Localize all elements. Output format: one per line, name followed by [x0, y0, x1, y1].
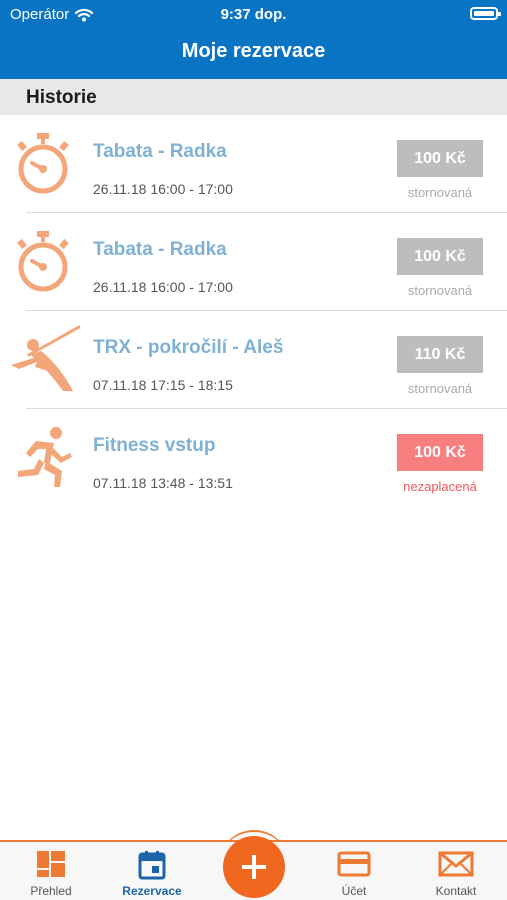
tab-kontakt[interactable]: Kontakt	[416, 842, 496, 900]
reservation-row[interactable]: Tabata - Radka 26.11.18 16:00 - 17:00 10…	[0, 213, 507, 311]
reservation-status: stornovaná	[407, 381, 473, 396]
tab-ucet[interactable]: Účet	[314, 842, 394, 900]
reservation-time: 26.11.18 16:00 - 17:00	[93, 181, 233, 197]
tab-prehled[interactable]: Přehled	[11, 842, 91, 900]
reservation-name: Tabata - Radka	[93, 239, 227, 260]
credit-card-icon	[337, 851, 371, 877]
tab-label: Rezervace	[122, 884, 182, 898]
reservation-status: stornovaná	[407, 185, 473, 200]
section-title: Historie	[26, 87, 97, 108]
page-title: Moje rezervace	[181, 40, 326, 62]
tab-rezervace[interactable]: Rezervace	[112, 842, 192, 900]
reservation-status: stornovaná	[407, 283, 473, 298]
running-man-icon	[18, 427, 72, 487]
reservation-time: 07.11.18 17:15 - 18:15	[93, 377, 233, 393]
trx-strap-icon	[11, 325, 80, 391]
section-header: Historie	[0, 79, 507, 115]
add-reservation-button[interactable]	[223, 836, 285, 898]
reservation-row[interactable]: Tabata - Radka 26.11.18 16:00 - 17:00 10…	[0, 115, 507, 213]
top-bar: Operátor 9:37 dop. Moje rezervace	[0, 0, 507, 79]
tab-label: Přehled	[30, 884, 72, 898]
plus-icon	[242, 855, 266, 879]
status-time: 9:37 dop.	[220, 6, 287, 23]
tab-label: Účet	[341, 884, 367, 898]
status-bar: Operátor 9:37 dop.	[0, 0, 507, 28]
tab-label: Kontakt	[435, 884, 477, 898]
price-badge: 100 Kč	[397, 238, 483, 275]
stopwatch-icon	[17, 133, 69, 194]
reservation-name: TRX - pokročilí - Aleš	[93, 337, 284, 358]
stopwatch-icon	[17, 231, 69, 292]
dashboard-icon	[37, 851, 65, 877]
calendar-icon	[138, 851, 166, 880]
reservation-status: nezaplacená	[403, 479, 477, 494]
envelope-icon	[438, 851, 474, 877]
reservation-time: 26.11.18 16:00 - 17:00	[93, 279, 233, 295]
reservation-row[interactable]: TRX - pokročilí - Aleš 07.11.18 17:15 - …	[0, 311, 507, 409]
reservation-time: 07.11.18 13:48 - 13:51	[93, 475, 233, 491]
price-badge: 100 Kč	[397, 434, 483, 471]
battery-icon	[470, 7, 501, 20]
reservation-name: Fitness vstup	[93, 435, 216, 456]
reservation-row[interactable]: Fitness vstup 07.11.18 13:48 - 13:51 100…	[0, 409, 507, 507]
reservation-name: Tabata - Radka	[93, 141, 227, 162]
price-badge: 110 Kč	[397, 336, 483, 373]
price-badge: 100 Kč	[397, 140, 483, 177]
